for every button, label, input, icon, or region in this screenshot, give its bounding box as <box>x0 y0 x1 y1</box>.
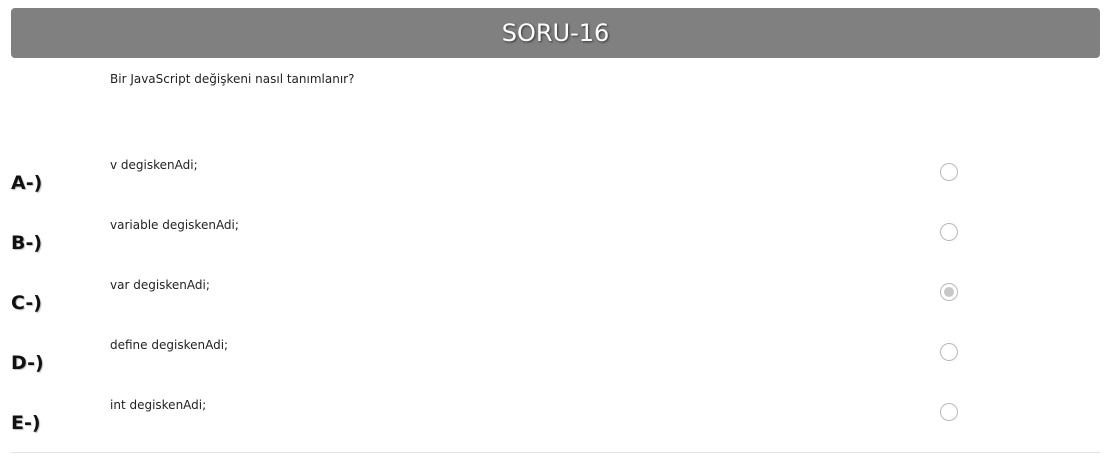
option-a-radio[interactable] <box>940 163 958 181</box>
bottom-divider <box>11 452 1100 453</box>
option-row-d[interactable]: D-) define degiskenAdi; <box>0 338 1109 398</box>
option-row-c[interactable]: C-) var degiskenAdi; <box>0 278 1109 338</box>
option-row-e[interactable]: E-) int degiskenAdi; <box>0 398 1109 458</box>
option-text: var degiskenAdi; <box>110 278 210 292</box>
option-d-radio[interactable] <box>940 343 958 361</box>
option-text: v degiskenAdi; <box>110 158 198 172</box>
option-letter: D-) <box>11 352 44 374</box>
option-letter: C-) <box>11 292 42 314</box>
option-text: variable degiskenAdi; <box>110 218 239 232</box>
option-row-b[interactable]: B-) variable degiskenAdi; <box>0 218 1109 278</box>
option-text: define degiskenAdi; <box>110 338 229 352</box>
option-row-a[interactable]: A-) v degiskenAdi; <box>0 158 1109 218</box>
option-b-radio[interactable] <box>940 223 958 241</box>
option-text: int degiskenAdi; <box>110 398 207 412</box>
question-number-title: SORU-16 <box>501 19 610 47</box>
option-letter: A-) <box>11 172 43 194</box>
question-header: SORU-16 <box>11 8 1100 58</box>
question-text: Bir JavaScript değişkeni nasıl tanımlanı… <box>110 72 355 86</box>
option-letter: E-) <box>11 412 41 434</box>
option-e-radio[interactable] <box>940 403 958 421</box>
option-letter: B-) <box>11 232 43 254</box>
option-c-radio[interactable] <box>940 283 958 301</box>
